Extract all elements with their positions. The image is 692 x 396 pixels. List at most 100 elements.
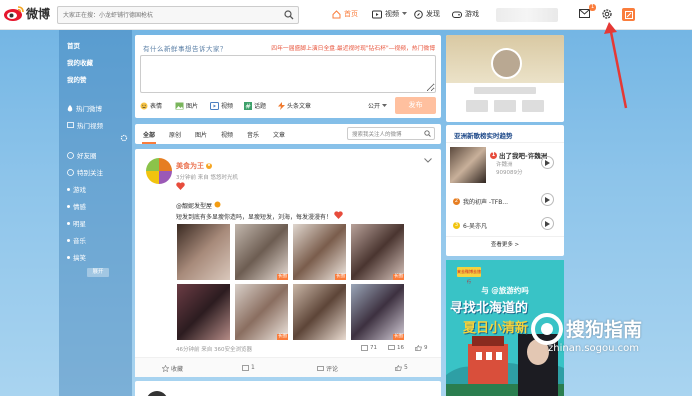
play-button[interactable] (541, 217, 554, 230)
profile-card (446, 35, 564, 122)
trend-item-title: 6-吴亦凡 (463, 223, 487, 230)
post-menu-chevron-icon[interactable] (424, 158, 432, 163)
composer-textarea[interactable] (140, 55, 436, 93)
profile-stat-blurred[interactable] (466, 100, 488, 112)
post-meta: 3分钟前 来自 悠悠时光机 (176, 175, 238, 181)
sidebar-item-friends[interactable]: 好友圈 (67, 150, 97, 160)
image-button[interactable]: 图片 (175, 101, 198, 110)
bullet-icon (67, 255, 70, 259)
visibility-select[interactable]: 公开 (368, 101, 387, 110)
trend-cover-image[interactable] (450, 147, 486, 183)
trend-more-link[interactable]: 查看更多 > (446, 240, 564, 248)
tab-music[interactable]: 音乐 (247, 130, 259, 139)
collect-label: 收藏 (171, 366, 184, 373)
like-count-value: 9 (424, 345, 428, 351)
comment-label: 评论 (326, 366, 339, 373)
sidebar-item-likes[interactable]: 我的赞 (67, 74, 87, 84)
long-image-tag: 长图 (335, 274, 346, 280)
author-name[interactable]: 美食为王 V (176, 161, 212, 171)
tab-articles[interactable]: 文章 (273, 130, 285, 139)
thumbs-up-icon (415, 345, 422, 351)
play-icon (545, 220, 550, 227)
gear-icon[interactable] (601, 8, 613, 20)
trend-item-2[interactable]: 2 我的初声 -TFB... (453, 197, 508, 206)
hashtag-icon: # (244, 101, 252, 110)
trend-item-1[interactable]: 1 出了我吧-许魏洲 (490, 150, 547, 160)
nav-home[interactable]: 首页 (332, 9, 358, 19)
divider (446, 142, 564, 143)
collect-button[interactable]: 收藏 (162, 364, 183, 373)
profile-name-blurred[interactable] (474, 87, 536, 94)
nav-home-label: 首页 (344, 10, 358, 18)
search-box[interactable] (57, 6, 299, 24)
bullet-icon (67, 204, 70, 208)
sidebar-item-hot-video[interactable]: 热门视频 (67, 120, 103, 130)
nav-games-label: 游戏 (465, 10, 479, 18)
tab-all[interactable]: 全部 (141, 130, 157, 144)
trend-item-title: 我的初声 -TFB... (463, 199, 509, 206)
profile-stat-blurred[interactable] (494, 100, 516, 112)
feed-search-input[interactable]: 搜索我关注人的微博 (347, 127, 435, 140)
ad-line-3: 夏日小清新 (463, 321, 529, 336)
post-share-count[interactable]: 71 (361, 345, 377, 351)
search-icon[interactable] (424, 130, 431, 137)
watermark-text: 搜狗指南 (566, 319, 643, 341)
post-mention[interactable]: @靓妮发型屋 (176, 201, 221, 210)
video-button[interactable]: 视频 (210, 101, 233, 110)
topic-button[interactable]: # 话题 (244, 101, 266, 110)
sidebar-item-stars[interactable]: 明星 (67, 218, 86, 228)
send-button[interactable]: 发布 (395, 97, 436, 114)
sidebar-item-games[interactable]: 游戏 (67, 184, 86, 194)
sidebar-settings-icon[interactable] (120, 134, 128, 142)
emoji-button[interactable]: 表情 (140, 101, 162, 110)
weibo-logo[interactable]: 微博 (3, 5, 50, 22)
sidebar-item-funny[interactable]: 搞笑 (67, 252, 86, 262)
post-image[interactable]: 长图 (351, 224, 404, 280)
search-icon[interactable] (284, 10, 294, 20)
post-image[interactable]: 长图 (235, 224, 288, 280)
nav-video[interactable]: 视频 (372, 9, 407, 19)
comment-button[interactable]: 评论 (317, 364, 338, 373)
sidebar-item-favorites[interactable]: 我的收藏 (67, 57, 93, 67)
play-button[interactable] (541, 156, 554, 169)
composer-hot-topic[interactable]: 四年一届盛脚上演日全盘.最近视时现"钻石杯"—视频，热门微博 (271, 43, 435, 52)
profile-stat-blurred[interactable] (522, 100, 544, 112)
tab-images[interactable]: 图片 (195, 130, 207, 139)
feed-post: 美食为王 V 3分钟前 来自 悠悠时光机 @靓妮发型屋 短发到底有多显瘦你造吗，… (135, 149, 441, 377)
post-comment-count[interactable]: 16 (388, 345, 404, 351)
author-avatar[interactable] (146, 158, 172, 184)
sidebar-item-music[interactable]: 音乐 (67, 235, 86, 245)
video-icon (210, 101, 219, 110)
tab-original[interactable]: 原创 (169, 130, 181, 139)
sidebar-item-special[interactable]: 特别关注 (67, 167, 103, 177)
mail-icon[interactable] (579, 9, 590, 18)
post-image[interactable] (177, 284, 230, 340)
sidebar-item-home[interactable]: 首页 (67, 40, 80, 50)
sidebar-item-hot-weibo[interactable]: 热门微博 (67, 103, 102, 113)
post-image[interactable] (177, 224, 230, 280)
repost-button[interactable]: 1 (242, 364, 255, 371)
author-avatar[interactable] (146, 391, 168, 396)
post-image[interactable]: 长图 (293, 224, 346, 280)
play-button[interactable] (541, 193, 554, 206)
article-button[interactable]: 头条文章 (278, 101, 311, 110)
tab-videos[interactable]: 视频 (221, 130, 233, 139)
share-count-value: 71 (370, 345, 377, 351)
username-blurred[interactable] (496, 8, 558, 22)
thumbs-up-icon (395, 364, 402, 371)
post-like-count[interactable]: 9 (415, 345, 428, 351)
sidebar-item-emotion[interactable]: 情感 (67, 201, 86, 211)
nav-games[interactable]: 游戏 (452, 9, 479, 19)
star-icon (162, 365, 169, 372)
like-button[interactable]: 5 (395, 364, 408, 371)
nav-discover[interactable]: 发现 (414, 9, 440, 19)
search-input[interactable] (58, 7, 273, 23)
trend-item-3[interactable]: 3 6-吴亦凡 (453, 221, 487, 230)
post-image[interactable]: 长图 (351, 284, 404, 340)
post-image[interactable] (293, 284, 346, 340)
compose-button[interactable] (622, 8, 635, 21)
profile-avatar[interactable] (491, 48, 522, 79)
sidebar-item-label: 好友圈 (77, 152, 97, 160)
sidebar-expand-button[interactable]: 展开 (87, 268, 109, 277)
post-image[interactable]: 长图 (235, 284, 288, 340)
